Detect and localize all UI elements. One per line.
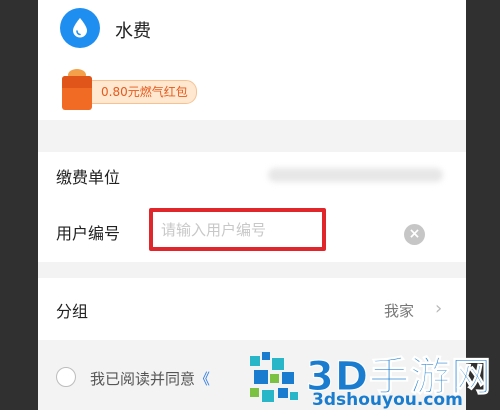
chevron-right-icon: › — [435, 298, 443, 319]
agreement-text: 我已阅读并同意《 — [90, 368, 210, 389]
group-label: 分组 — [56, 302, 89, 321]
coupon-label: 0.80元燃气红包 — [86, 80, 197, 104]
group-value: 我家 — [384, 302, 415, 320]
agree-checkbox[interactable] — [56, 367, 76, 387]
agreement-prefix: 我已阅读并同意 — [90, 370, 196, 388]
red-envelope-icon — [62, 69, 92, 110]
left-margin — [0, 0, 38, 410]
payment-unit-value-blurred[interactable] — [268, 168, 443, 182]
watermark-logo-icon — [250, 352, 298, 402]
page-title: 水费 — [115, 21, 151, 42]
group-row[interactable]: 分组 我家 › — [38, 278, 466, 340]
agreement-link[interactable]: 《 — [195, 370, 210, 388]
watermark-domain: 3dshouyou.com — [312, 390, 463, 410]
envelope-flap — [62, 76, 92, 88]
watermark: 3D手游网 3dshouyou.com — [248, 342, 500, 410]
payment-unit-label: 缴费单位 — [56, 168, 121, 187]
payment-form-card: 缴费单位 用户编号 × — [38, 152, 466, 262]
user-number-input[interactable] — [161, 219, 311, 241]
biller-header-card: 水费 0.80元燃气红包 — [38, 0, 466, 120]
clear-icon[interactable]: × — [404, 224, 425, 245]
highlight-annotation — [149, 208, 326, 251]
gas-coupon-badge[interactable]: 0.80元燃气红包 — [52, 69, 218, 110]
water-drop-icon — [60, 8, 100, 48]
user-number-label: 用户编号 — [56, 224, 121, 243]
